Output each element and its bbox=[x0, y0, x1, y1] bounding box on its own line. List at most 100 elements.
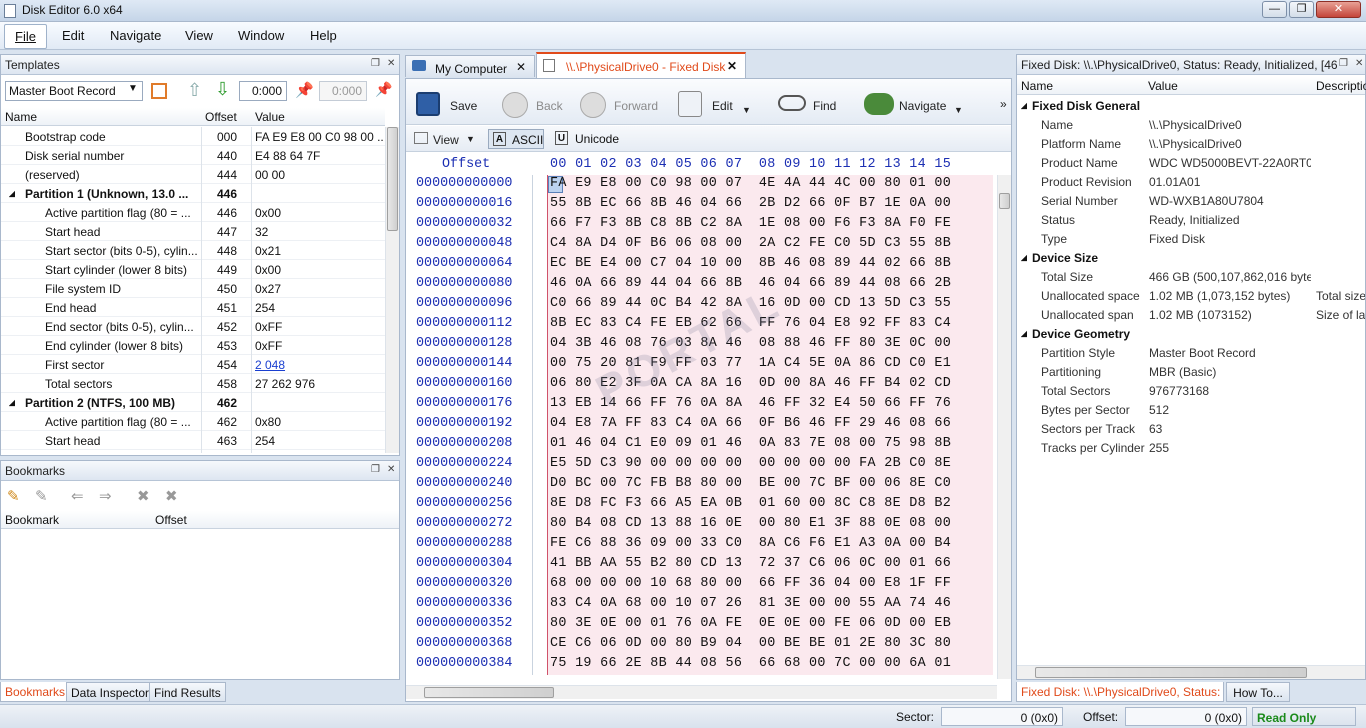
apply-template-icon[interactable] bbox=[151, 83, 167, 99]
pin-icon[interactable]: ❐ bbox=[371, 464, 380, 475]
hex-row-bytes[interactable]: CE C6 06 0D 00 80 B9 04 00 BE BE 01 2E 8… bbox=[550, 636, 951, 651]
tab-find-results[interactable]: Find Results bbox=[149, 682, 226, 702]
collapse-icon[interactable]: ◢ bbox=[1021, 101, 1027, 110]
collapse-icon[interactable]: ◢ bbox=[1021, 253, 1027, 262]
property-group[interactable]: ◢ Device Geometry bbox=[1017, 324, 1365, 343]
close-icon[interactable]: ✕ bbox=[1355, 58, 1363, 69]
close-icon[interactable]: ✕ bbox=[516, 60, 526, 74]
hex-row[interactable]: 000000000176 13 EB 14 66 FF 76 0A 8A 46 F… bbox=[406, 396, 996, 416]
template-row[interactable]: Start head 463 254 bbox=[1, 431, 385, 450]
hex-row-bytes[interactable]: 83 C4 0A 68 00 10 07 26 81 3E 00 00 55 A… bbox=[550, 596, 951, 611]
collapse-icon[interactable]: ◢ bbox=[1021, 329, 1027, 338]
template-group-row[interactable]: ◢ Partition 1 (Unknown, 13.0 ... 446 bbox=[1, 184, 385, 203]
tab-my-computer[interactable]: My Computer ✕ bbox=[405, 55, 535, 77]
tab-bookmarks[interactable]: Bookmarks bbox=[0, 682, 71, 702]
hex-row-bytes[interactable]: 75 19 66 2E 8B 44 08 56 66 68 00 7C 00 0… bbox=[550, 656, 951, 671]
template-row[interactable]: File system ID 450 0x27 bbox=[1, 279, 385, 298]
hex-row-bytes[interactable]: 41 BB AA 55 B2 80 CD 13 72 37 C6 06 0C 0… bbox=[550, 556, 951, 571]
template-row[interactable]: Active partition flag (80 = ... 462 0x80 bbox=[1, 412, 385, 431]
menu-help[interactable]: Help bbox=[310, 28, 337, 43]
template-row[interactable]: Active partition flag (80 = ... 446 0x00 bbox=[1, 203, 385, 222]
hex-row[interactable]: 000000000352 80 3E 0E 00 01 76 0A FE 0E 0… bbox=[406, 616, 996, 636]
offset-input[interactable]: 0:000 bbox=[239, 81, 287, 101]
template-field-link[interactable]: 2 048 bbox=[255, 358, 383, 372]
hex-row-bytes[interactable]: EC BE E4 00 C7 04 10 00 8B 46 08 89 44 0… bbox=[550, 256, 951, 271]
pin-icon[interactable]: ❐ bbox=[1339, 58, 1348, 69]
property-row[interactable]: Tracks per Cylinder 255 bbox=[1017, 438, 1365, 457]
hex-row-bytes[interactable]: FA E9 E8 00 C0 98 00 07 4E 4A 44 4C 00 8… bbox=[550, 176, 951, 191]
pin-green-icon[interactable]: 📌 bbox=[295, 81, 314, 99]
hex-row[interactable]: 000000000256 8E D8 FC F3 66 A5 EA 0B 01 6… bbox=[406, 496, 996, 516]
hex-row-bytes[interactable]: FE C6 88 36 09 00 33 C0 8A C6 F6 E1 A3 0… bbox=[550, 536, 951, 551]
hex-row-bytes[interactable]: E5 5D C3 90 00 00 00 00 00 00 00 00 FA 2… bbox=[550, 456, 951, 471]
hex-row[interactable]: 000000000080 46 0A 66 89 44 04 66 8B 46 0… bbox=[406, 276, 996, 296]
maximize-button[interactable]: ❐ bbox=[1289, 1, 1314, 18]
property-row[interactable]: Platform Name \\.\PhysicalDrive0 bbox=[1017, 134, 1365, 153]
hex-row[interactable]: 000000000304 41 BB AA 55 B2 80 CD 13 72 3… bbox=[406, 556, 996, 576]
menu-view[interactable]: View bbox=[185, 28, 213, 43]
hex-row[interactable]: 000000000192 04 E8 7A FF 83 C4 0A 66 0F B… bbox=[406, 416, 996, 436]
hex-row-bytes[interactable]: 80 B4 08 CD 13 88 16 0E 00 80 E1 3F 88 0… bbox=[550, 516, 951, 531]
tab-how-to[interactable]: How To... bbox=[1226, 682, 1290, 702]
ascii-toggle[interactable]: A ASCII bbox=[488, 129, 544, 149]
hex-row-bytes[interactable]: 80 3E 0E 00 01 76 0A FE 0E 0E 00 FE 06 0… bbox=[550, 616, 951, 631]
menu-edit[interactable]: Edit bbox=[62, 28, 84, 43]
minimize-button[interactable]: — bbox=[1262, 1, 1287, 18]
hex-row[interactable]: 000000000208 01 46 04 C1 E0 09 01 46 0A 8… bbox=[406, 436, 996, 456]
hex-row[interactable]: 000000000048 C4 8A D4 0F B6 06 08 00 2A C… bbox=[406, 236, 996, 256]
menu-window[interactable]: Window bbox=[238, 28, 284, 43]
template-row[interactable]: (reserved) 444 00 00 bbox=[1, 165, 385, 184]
hex-row-bytes[interactable]: 8E D8 FC F3 66 A5 EA 0B 01 60 00 8C C8 8… bbox=[550, 496, 951, 511]
property-group[interactable]: ◢ Fixed Disk General bbox=[1017, 96, 1365, 115]
property-row[interactable]: Partition Style Master Boot Record bbox=[1017, 343, 1365, 362]
property-row[interactable]: Total Sectors 976773168 bbox=[1017, 381, 1365, 400]
template-row[interactable]: End sector (bits 0-5), cylin... 452 0xFF bbox=[1, 317, 385, 336]
hex-row-bytes[interactable]: 66 F7 F3 8B C8 8B C2 8A 1E 08 00 F6 F3 8… bbox=[550, 216, 951, 231]
property-row[interactable]: Type Fixed Disk bbox=[1017, 229, 1365, 248]
template-row[interactable]: First sector 454 2 048 bbox=[1, 355, 385, 374]
hex-row[interactable]: 000000000032 66 F7 F3 8B C8 8B C2 8A 1E 0… bbox=[406, 216, 996, 236]
hex-row[interactable]: 000000000384 75 19 66 2E 8B 44 08 56 66 6… bbox=[406, 656, 996, 676]
hex-row-bytes[interactable]: 68 00 00 00 10 68 80 00 66 FF 36 04 00 E… bbox=[550, 576, 951, 591]
template-row[interactable]: Bootstrap code 000 FA E9 E8 00 C0 98 00 ..… bbox=[1, 127, 385, 146]
hex-row-bytes[interactable]: 04 E8 7A FF 83 C4 0A 66 0F B6 46 FF 29 4… bbox=[550, 416, 951, 431]
arrow-up-icon[interactable]: ⇧ bbox=[187, 80, 202, 101]
arrow-down-icon[interactable]: ⇩ bbox=[215, 79, 230, 100]
tab-physical-drive[interactable]: \\.\PhysicalDrive0 - Fixed Disk ✕ bbox=[536, 52, 746, 78]
find-button[interactable]: Find bbox=[813, 99, 836, 113]
expand-icon[interactable]: ◢ bbox=[9, 189, 15, 198]
pin-icon[interactable]: ❐ bbox=[371, 58, 380, 69]
templates-scrollbar[interactable] bbox=[385, 127, 399, 453]
edit-button[interactable]: Edit bbox=[712, 99, 733, 113]
expand-icon[interactable]: ◢ bbox=[9, 398, 15, 407]
unicode-toggle[interactable]: U Unicode bbox=[553, 129, 621, 149]
property-row[interactable]: Partitioning MBR (Basic) bbox=[1017, 362, 1365, 381]
property-group[interactable]: ◢ Device Size bbox=[1017, 248, 1365, 267]
hex-row[interactable]: 000000000240 D0 BC 00 7C FB B8 80 00 BE 0… bbox=[406, 476, 996, 496]
binoculars-icon[interactable] bbox=[864, 93, 894, 115]
hex-row[interactable]: 000000000064 EC BE E4 00 C7 04 10 00 8B 4… bbox=[406, 256, 996, 276]
navigate-button[interactable]: Navigate bbox=[899, 99, 946, 113]
hex-row[interactable]: 000000000160 06 80 E2 3F 0A CA 8A 16 0D 0… bbox=[406, 376, 996, 396]
property-row[interactable]: Sectors per Track 63 bbox=[1017, 419, 1365, 438]
hex-grid[interactable]: 000000000000 FA E9 E8 00 C0 98 00 07 4E 4… bbox=[406, 176, 996, 676]
close-icon[interactable]: ✕ bbox=[387, 58, 395, 69]
hex-row[interactable]: 000000000288 FE C6 88 36 09 00 33 C0 8A C… bbox=[406, 536, 996, 556]
hex-row[interactable]: 000000000320 68 00 00 00 10 68 80 00 66 F… bbox=[406, 576, 996, 596]
hex-row-bytes[interactable]: D0 BC 00 7C FB B8 80 00 BE 00 7C BF 00 0… bbox=[550, 476, 951, 491]
add-bookmark-icon[interactable]: ✎ bbox=[7, 487, 20, 505]
template-row[interactable]: End head 451 254 bbox=[1, 298, 385, 317]
template-row[interactable]: Total sectors 458 27 262 976 bbox=[1, 374, 385, 393]
hex-row-bytes[interactable]: 55 8B EC 66 8B 46 04 66 2B D2 66 0F B7 1… bbox=[550, 196, 951, 211]
chevron-down-icon[interactable]: ▼ bbox=[742, 105, 751, 115]
tab-fixed-disk-properties[interactable]: Fixed Disk: \\.\PhysicalDrive0, Status: … bbox=[1016, 682, 1224, 702]
edit-icon[interactable] bbox=[678, 91, 702, 117]
property-row[interactable]: Product Revision 01.01A01 bbox=[1017, 172, 1365, 191]
property-row[interactable]: Product Name WDC WD5000BEVT-22A0RT0 bbox=[1017, 153, 1365, 172]
hex-row[interactable]: 000000000224 E5 5D C3 90 00 00 00 00 00 0… bbox=[406, 456, 996, 476]
property-row[interactable]: Bytes per Sector 512 bbox=[1017, 400, 1365, 419]
close-window-button[interactable]: ✕ bbox=[1316, 1, 1361, 18]
toolbar-overflow-button[interactable]: » bbox=[1000, 97, 1007, 111]
hex-row[interactable]: 000000000016 55 8B EC 66 8B 46 04 66 2B D… bbox=[406, 196, 996, 216]
close-icon[interactable]: ✕ bbox=[727, 59, 737, 73]
